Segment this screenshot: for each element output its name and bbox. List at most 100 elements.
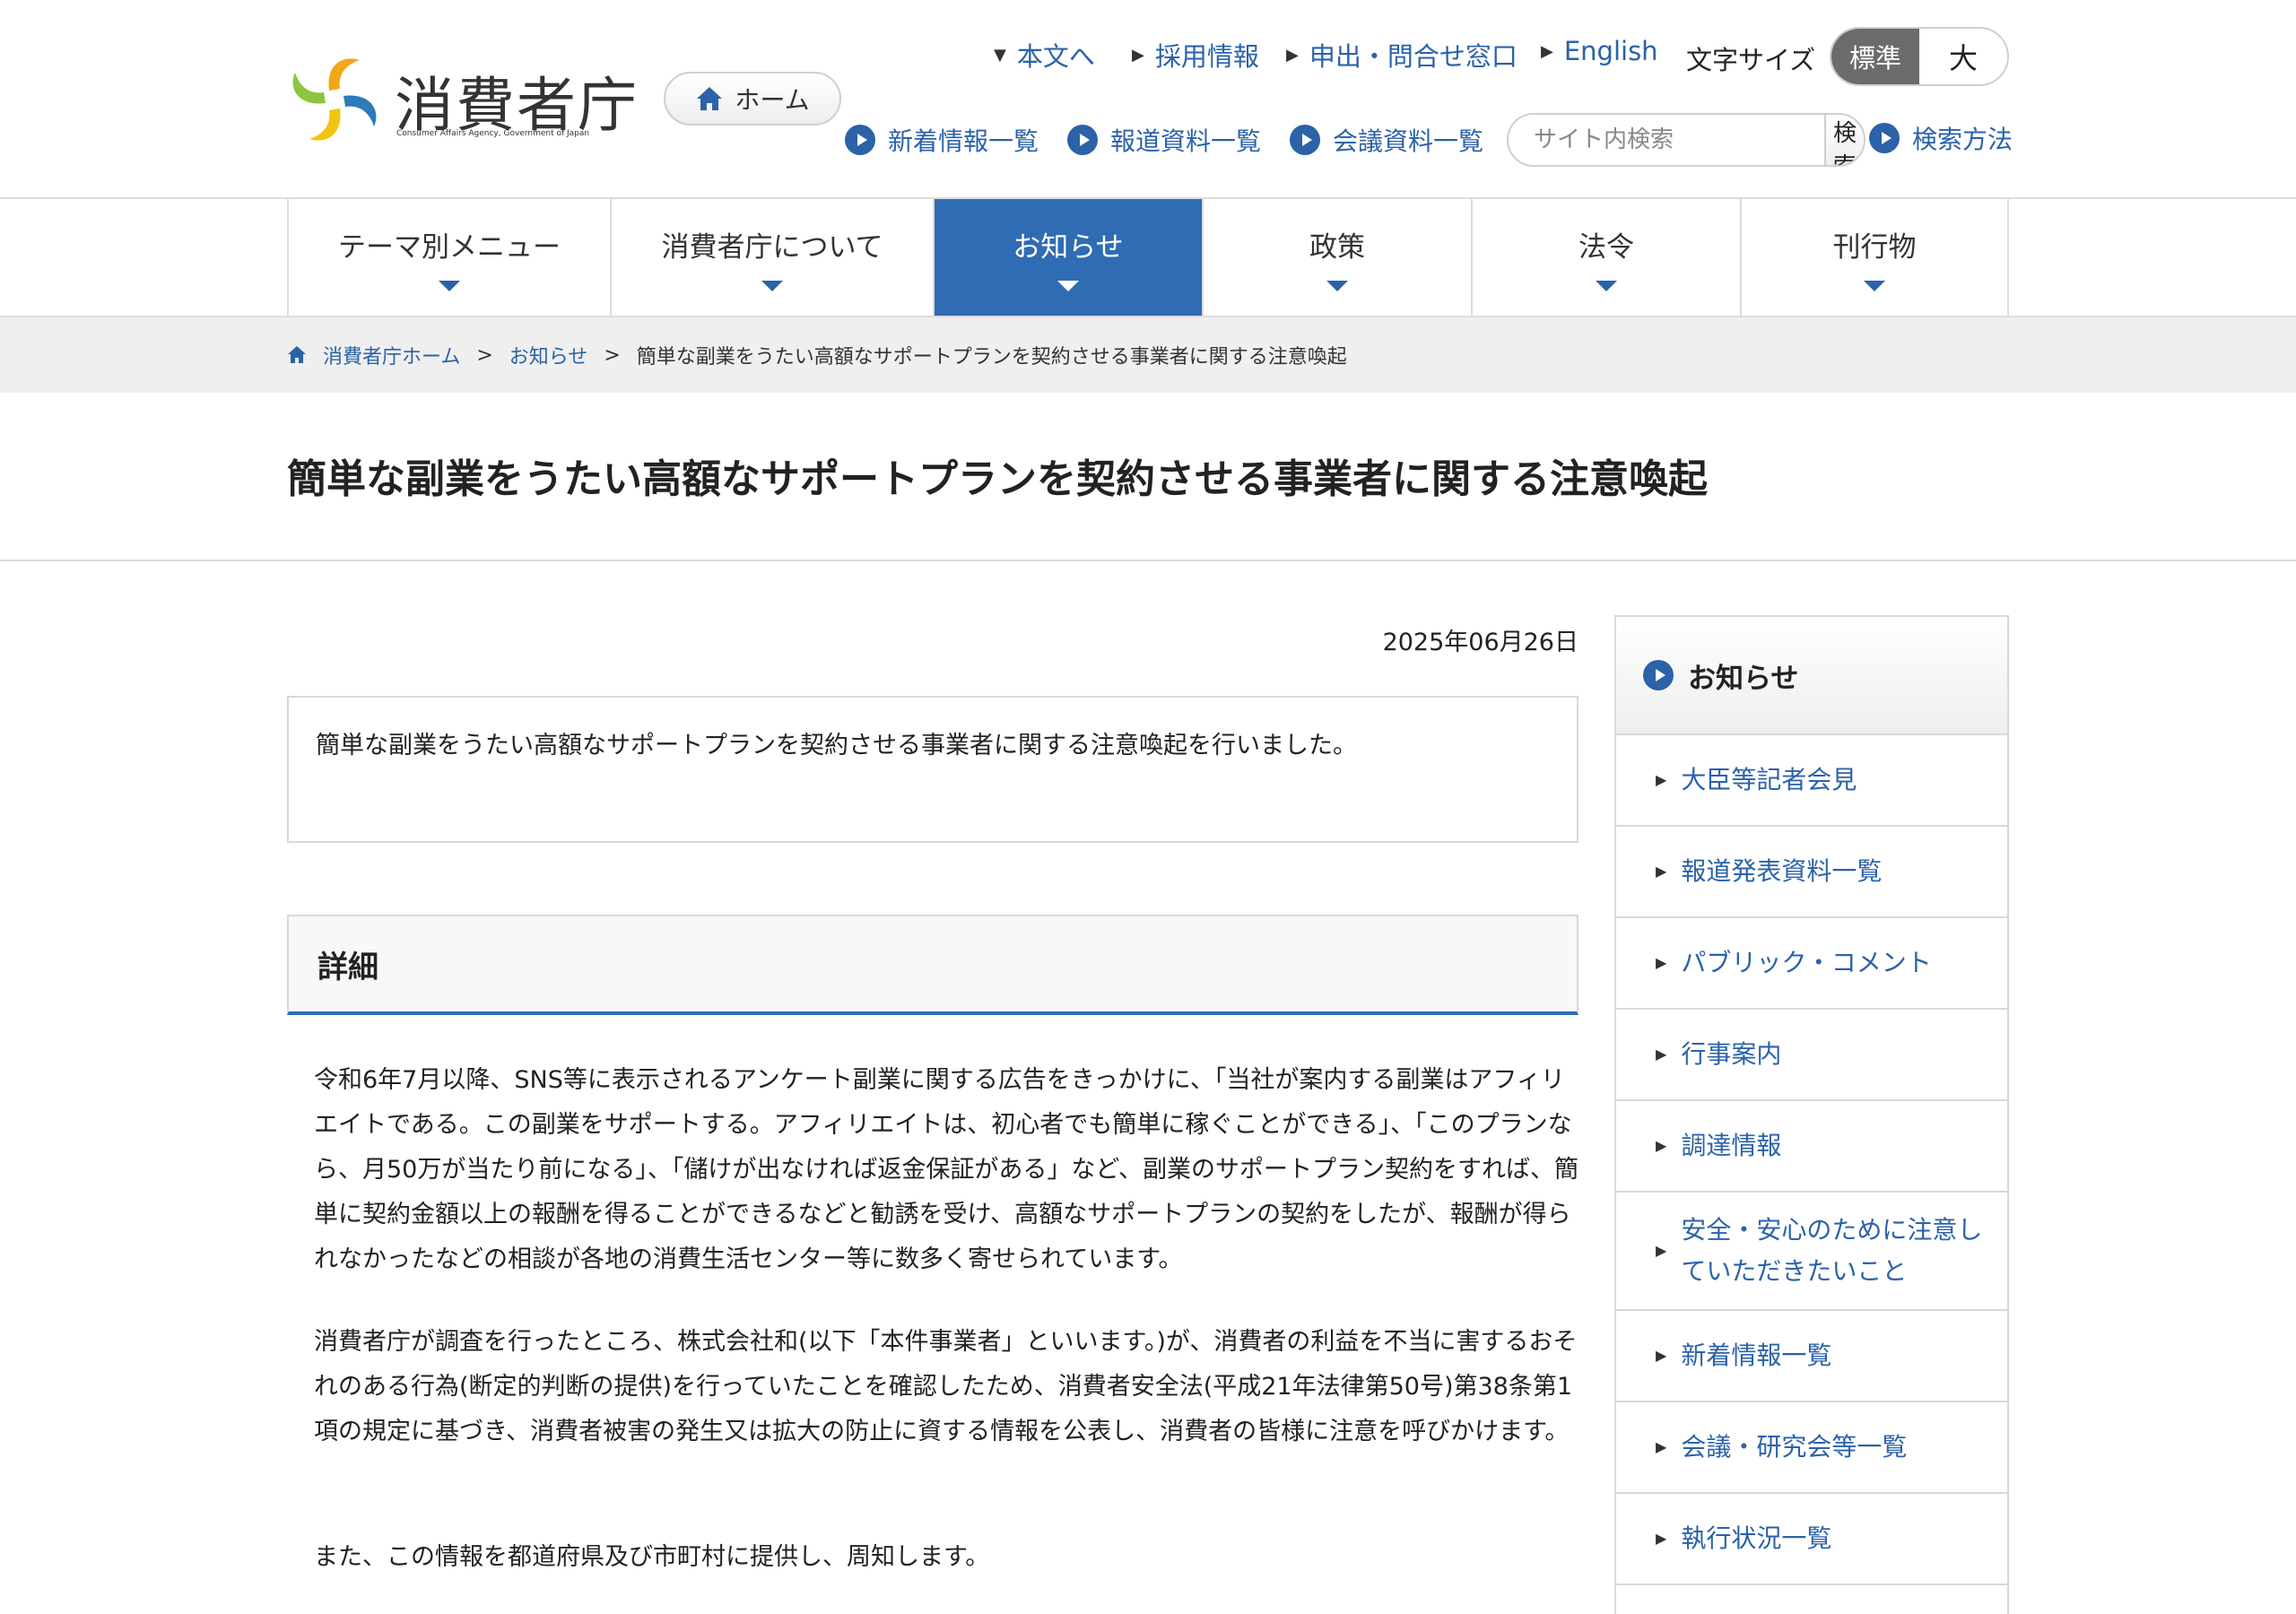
sidebar-heading: お知らせ (1616, 617, 2007, 735)
link-label: 報道資料一覧 (1110, 126, 1262, 156)
top-link-label: 申出・問合せ窓口 (1309, 41, 1518, 72)
house-icon (288, 346, 306, 363)
home-button-label: ホーム (735, 85, 810, 115)
triangle-right-icon: ▶ (1656, 1046, 1667, 1063)
caret-down-icon (1326, 280, 1348, 291)
top-link-contact[interactable]: ▶ 申出・問合せ窓口 (1286, 36, 1518, 74)
link-label: 会議資料一覧 (1333, 126, 1484, 156)
link-new-info[interactable]: 新着情報一覧 (845, 122, 1039, 158)
detail-paragraph: 消費者庁が調査を行ったところ、株式会社和(以下「本件事業者」といいます。)が、消… (314, 1328, 1578, 1445)
triangle-right-icon: ▶ (1541, 41, 1553, 61)
font-size-large-button[interactable]: 大 (1919, 29, 2007, 84)
breadcrumb: 消費者庁ホーム > お知らせ > 簡単な副業をうたい高額なサポートプランを契約さ… (287, 341, 1347, 369)
detail-paragraph: 令和6年7月以降、SNS等に表示されるアンケート副業に関する広告をきっかけに、「… (314, 1066, 1579, 1273)
triangle-down-icon: ▼ (994, 45, 1006, 65)
house-icon (697, 87, 723, 110)
breadcrumb-current: 簡単な副業をうたい高額なサポートプランを契約させる事業者に関する注意喚起 (636, 346, 1347, 369)
caret-down-icon (1596, 280, 1617, 291)
triangle-right-icon: ▶ (1656, 1438, 1667, 1455)
search-form: 検索 (1507, 113, 1866, 167)
caret-down-icon (439, 280, 460, 291)
sidebar-item-label: 報道発表資料一覧 (1681, 856, 1883, 886)
home-button[interactable]: ホーム (664, 72, 841, 126)
breadcrumb-separator: > (476, 343, 493, 367)
font-size-normal-button[interactable]: 標準 (1831, 29, 1919, 84)
detail-heading: 詳細 (287, 915, 1578, 1015)
triangle-right-icon: ▶ (1132, 45, 1144, 65)
circle-arrow-icon (845, 125, 875, 155)
nav-publications[interactable]: 刊行物 (1742, 199, 2009, 316)
link-search-help[interactable]: 検索方法 (1869, 120, 2013, 156)
sidebar-item-safety-notice[interactable]: ▶ 安全・安心のために注意していただきたいこと (1616, 1193, 2007, 1311)
breadcrumb-separator: > (604, 343, 621, 367)
sidebar-item-press-releases[interactable]: ▶ 報道発表資料一覧 (1616, 827, 2007, 918)
top-link-main-content[interactable]: ▼ 本文へ (994, 36, 1095, 74)
link-meeting-materials[interactable]: 会議資料一覧 (1290, 122, 1483, 158)
triangle-right-icon: ▶ (1656, 1137, 1667, 1154)
breadcrumb-home[interactable]: 消費者庁ホーム (323, 341, 460, 369)
sidebar-item-press-conference[interactable]: ▶ 大臣等記者会見 (1616, 735, 2007, 827)
sidebar-item-enforcement[interactable]: ▶ 執行状況一覧 (1616, 1494, 2007, 1585)
nav-theme-menu[interactable]: テーマ別メニュー (289, 199, 612, 316)
sidebar-item-label: 会議・研究会等一覧 (1681, 1432, 1908, 1462)
sidebar-item-public-comment[interactable]: ▶ パブリック・コメント (1616, 918, 2007, 1010)
sidebar-item-new-info[interactable]: ▶ 新着情報一覧 (1616, 1311, 2007, 1402)
triangle-right-icon: ▶ (1656, 1530, 1667, 1547)
sidebar-item-label: 新着情報一覧 (1681, 1341, 1832, 1370)
nav-label: お知らせ (1013, 230, 1124, 264)
sidebar-item-label: パブリック・コメント (1681, 948, 1932, 977)
link-press-materials[interactable]: 報道資料一覧 (1067, 122, 1261, 158)
caret-down-icon (1057, 280, 1079, 291)
breadcrumb-news[interactable]: お知らせ (509, 341, 588, 369)
nav-label: 消費者庁について (661, 230, 883, 264)
summary-box: 簡単な副業をうたい高額なサポートプランを契約させる事業者に関する注意喚起を行いま… (287, 696, 1578, 843)
logo-subtitle: Consumer Affairs Agency, Government of J… (396, 129, 590, 138)
detail-paragraph: また、この情報を都道府県及び市町村に提供し、周知します。 (314, 1543, 990, 1571)
search-button[interactable]: 検索 (1824, 115, 1864, 165)
sidebar-heading-label: お知らせ (1688, 662, 1799, 695)
triangle-right-icon: ▶ (1656, 1242, 1667, 1259)
page-title: 簡単な副業をうたい高額なサポートプランを契約させる事業者に関する注意喚起 (287, 456, 1708, 502)
link-label: 新着情報一覧 (888, 126, 1039, 156)
sidebar-item-label: 執行状況一覧 (1681, 1523, 1832, 1553)
top-link-label: English (1563, 36, 1658, 66)
circle-arrow-icon (1290, 125, 1320, 155)
triangle-right-icon: ▶ (1656, 863, 1667, 880)
publish-date: 2025年06月26日 (1382, 629, 1578, 656)
title-divider (0, 560, 2296, 561)
sidebar: お知らせ ▶ 大臣等記者会見 ▶ 報道発表資料一覧 ▶ パブリック・コメント ▶… (1614, 615, 2009, 1614)
sidebar-item-label: 調達情報 (1681, 1131, 1782, 1160)
global-nav: テーマ別メニュー 消費者庁について お知らせ 政策 法令 刊行物 (287, 199, 2009, 316)
sidebar-item-events[interactable]: ▶ 行事案内 (1616, 1010, 2007, 1101)
sidebar-item-procurement[interactable]: ▶ 調達情報 (1616, 1101, 2007, 1193)
nav-policy[interactable]: 政策 (1204, 199, 1473, 316)
sidebar-item-label: 行事案内 (1681, 1039, 1782, 1069)
caret-down-icon (1864, 280, 1885, 291)
nav-law[interactable]: 法令 (1473, 199, 1742, 316)
sidebar-item-meetings[interactable]: ▶ 会議・研究会等一覧 (1616, 1402, 2007, 1494)
nav-label: テーマ別メニュー (338, 230, 561, 264)
sidebar-item-label: 大臣等記者会見 (1681, 765, 1857, 794)
top-link-recruitment[interactable]: ▶ 採用情報 (1132, 36, 1259, 74)
triangle-right-icon: ▶ (1656, 1347, 1667, 1364)
link-label: 検索方法 (1912, 125, 2013, 154)
nav-about[interactable]: 消費者庁について (612, 199, 935, 316)
nav-label: 刊行物 (1832, 230, 1917, 264)
triangle-right-icon: ▶ (1656, 954, 1667, 971)
triangle-right-icon: ▶ (1286, 45, 1299, 65)
sidebar-item-label: 安全・安心のために注意していただきたいこと (1681, 1215, 1983, 1286)
circle-arrow-icon (1869, 123, 1900, 153)
top-link-english[interactable]: ▶ English (1541, 36, 1658, 66)
font-size-label: 文字サイズ (1686, 45, 1816, 75)
nav-news[interactable]: お知らせ (935, 199, 1204, 316)
top-link-label: 本文へ (1016, 41, 1095, 72)
search-input[interactable] (1509, 115, 1824, 165)
circle-arrow-icon (1643, 660, 1674, 690)
top-link-label: 採用情報 (1154, 41, 1259, 72)
nav-label: 法令 (1578, 230, 1634, 264)
triangle-right-icon: ▶ (1656, 771, 1667, 788)
circle-arrow-icon (1067, 125, 1098, 155)
caret-down-icon (761, 280, 783, 291)
nav-label: 政策 (1309, 230, 1365, 264)
font-size-toggle: 標準 大 (1830, 27, 2009, 86)
